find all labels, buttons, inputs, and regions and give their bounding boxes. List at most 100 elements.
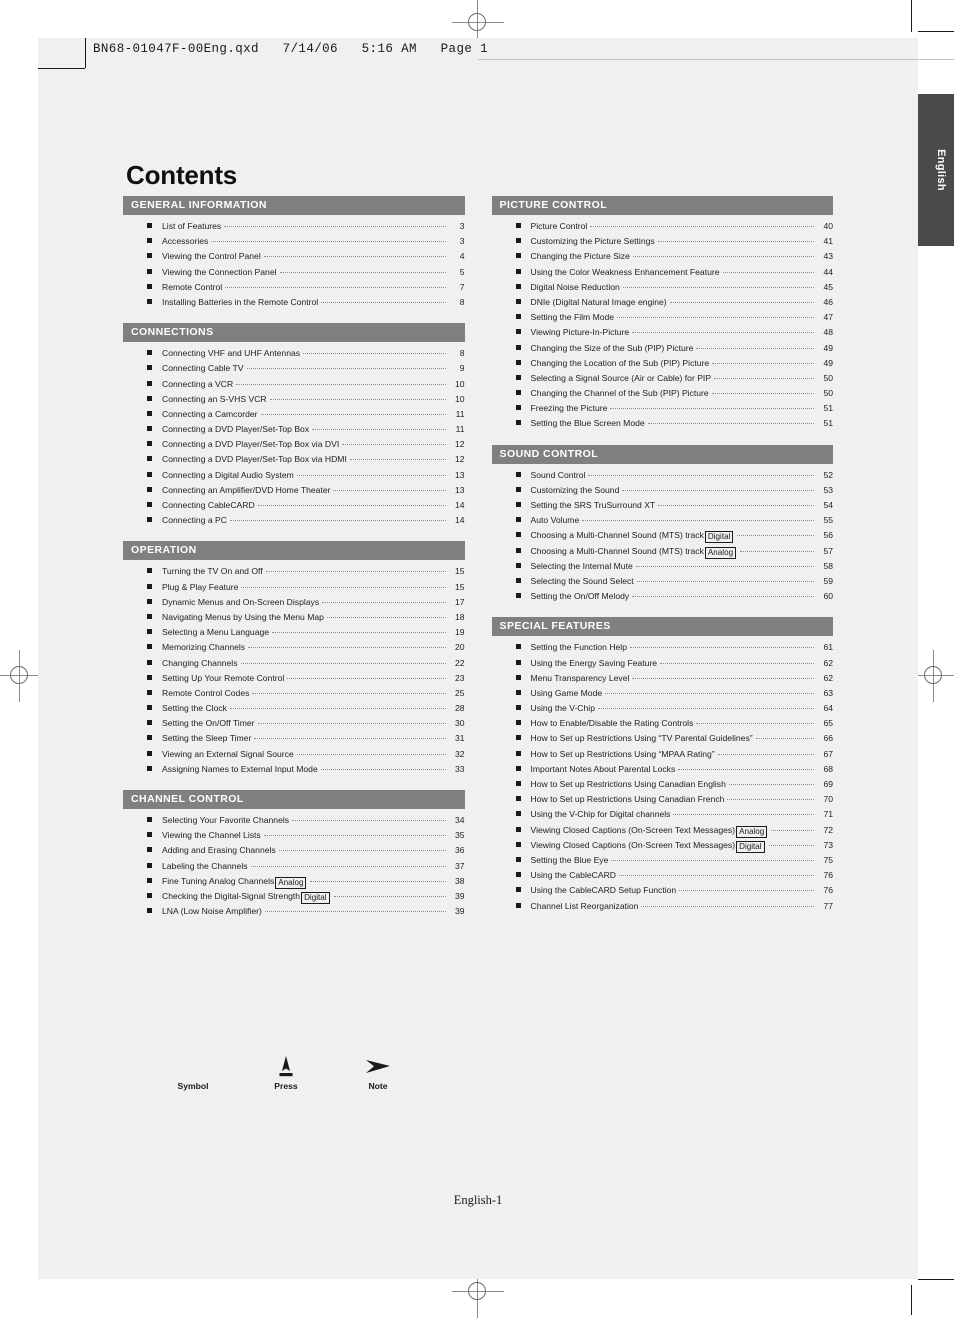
toc-entry[interactable]: Memorizing Channels 20: [123, 642, 465, 657]
toc-entry[interactable]: Connecting an Amplifier/DVD Home Theater…: [123, 485, 465, 500]
toc-leader-dots: [321, 301, 446, 303]
toc-entry[interactable]: Turning the TV On and Off 15: [123, 566, 465, 581]
toc-entry[interactable]: Connecting an S-VHS VCR 10: [123, 394, 465, 409]
toc-entry[interactable]: Adding and Erasing Channels 36: [123, 845, 465, 860]
toc-entry[interactable]: DNIe (Digital Natural Image engine) 46: [492, 297, 833, 312]
toc-entry[interactable]: How to Set up Restrictions Using Canadia…: [492, 794, 833, 809]
toc-entry[interactable]: Connecting a VCR 10: [123, 379, 465, 394]
toc-entry[interactable]: Setting the Film Mode 47: [492, 312, 833, 327]
toc-entry[interactable]: Changing the Size of the Sub (PIP) Pictu…: [492, 342, 833, 358]
toc-entry[interactable]: Labeling the Channels 37: [123, 861, 465, 876]
toc-entry[interactable]: Sound Control 52: [492, 470, 833, 485]
toc-entry[interactable]: Changing Channels 22: [123, 658, 465, 673]
toc-entry[interactable]: Channel List Reorganization 77: [492, 901, 833, 916]
bullet-square-icon: [147, 765, 152, 771]
toc-entry[interactable]: Setting the SRS TruSurround XT 54: [492, 500, 833, 515]
toc-entry[interactable]: How to Set up Restrictions Using “MPAA R…: [492, 749, 833, 764]
toc-entry[interactable]: Auto Volume 55: [492, 515, 833, 530]
toc-entry[interactable]: Connecting a DVD Player/Set-Top Box 11: [123, 424, 465, 439]
toc-entry-page-number: 15: [454, 581, 465, 592]
toc-leader-dots: [714, 377, 814, 379]
toc-entry[interactable]: Setting the Sleep Timer 31: [123, 733, 465, 748]
toc-entry[interactable]: Viewing the Control Panel 4: [123, 251, 465, 266]
toc-leader-dots: [632, 677, 814, 679]
toc-entry[interactable]: Selecting the Sound Select 59: [492, 576, 833, 591]
toc-entry[interactable]: Fine Tuning Analog Channels Analog 38: [123, 876, 465, 891]
toc-entry[interactable]: Connecting a Camcorder 11: [123, 409, 465, 424]
toc-entry[interactable]: Freezing the Picture 51: [492, 403, 833, 418]
toc-entry[interactable]: Picture Control 40: [492, 221, 833, 236]
toc-entry[interactable]: Accessories 3: [123, 236, 465, 251]
toc-entry[interactable]: Viewing Picture-In-Picture 48: [492, 327, 833, 342]
toc-entry[interactable]: Assigning Names to External Input Mode 33: [123, 764, 465, 779]
toc-entry-label: Connecting a PC: [162, 515, 227, 526]
toc-entry[interactable]: Selecting Your Favorite Channels 34: [123, 815, 465, 830]
toc-entry[interactable]: Setting the Blue Eye 75: [492, 855, 833, 870]
toc-entry[interactable]: Viewing Closed Captions (On-Screen Text …: [492, 825, 833, 840]
toc-entry[interactable]: Selecting a Menu Language 19: [123, 627, 465, 642]
toc-entry[interactable]: Plug & Play Feature 15: [123, 582, 465, 597]
toc-entry[interactable]: Setting the Clock 28: [123, 703, 465, 718]
toc-entry[interactable]: Changing the Picture Size 43: [492, 251, 833, 266]
toc-entry-page-number: 12: [454, 439, 465, 450]
toc-entry[interactable]: Selecting the Internal Mute 58: [492, 561, 833, 576]
toc-entry[interactable]: Setting the Function Help 61: [492, 642, 833, 657]
toc-entry[interactable]: LNA (Low Noise Amplifier) 39: [123, 906, 465, 921]
toc-entry[interactable]: How to Enable/Disable the Rating Control…: [492, 718, 833, 733]
toc-entry[interactable]: Using the Color Weakness Enhancement Fea…: [492, 266, 833, 282]
toc-entry[interactable]: Using Game Mode 63: [492, 688, 833, 703]
toc-entry[interactable]: Digital Noise Reduction 45: [492, 282, 833, 297]
toc-entry[interactable]: Remote Control Codes 25: [123, 688, 465, 703]
toc-entry[interactable]: Viewing Closed Captions (On-Screen Text …: [492, 840, 833, 855]
toc-entry[interactable]: Setting Up Your Remote Control 23: [123, 673, 465, 688]
toc-entry[interactable]: Connecting a PC 14: [123, 515, 465, 530]
toc-leader-dots: [622, 286, 814, 288]
toc-entry[interactable]: Connecting a DVD Player/Set-Top Box via …: [123, 454, 465, 469]
toc-entry[interactable]: Connecting CableCARD 14: [123, 500, 465, 515]
toc-entry-label: Freezing the Picture: [530, 403, 608, 414]
toc-entry[interactable]: How to Set up Restrictions Using Canadia…: [492, 779, 833, 794]
toc-entry[interactable]: Choosing a Multi-Channel Sound (MTS) tra…: [492, 530, 833, 545]
toc-entry[interactable]: Dynamic Menus and On-Screen Displays 17: [123, 597, 465, 612]
toc-entry[interactable]: Setting the On/Off Melody 60: [492, 591, 833, 606]
toc-entry-label: Using the Color Weakness Enhancement Fea…: [530, 266, 720, 277]
toc-entry[interactable]: Connecting a Digital Audio System 13: [123, 470, 465, 485]
toc-entry[interactable]: Selecting a Signal Source (Air or Cable)…: [492, 373, 833, 388]
toc-entry[interactable]: Changing the Channel of the Sub (PIP) Pi…: [492, 388, 833, 403]
toc-entry[interactable]: Connecting VHF and UHF Antennas 8: [123, 348, 465, 363]
toc-entry[interactable]: Important Notes About Parental Locks 68: [492, 764, 833, 779]
toc-entry[interactable]: Using the CableCARD 76: [492, 870, 833, 885]
toc-entry[interactable]: Choosing a Multi-Channel Sound (MTS) tra…: [492, 546, 833, 561]
bullet-square-icon: [147, 720, 152, 726]
toc-entry[interactable]: Viewing an External Signal Source 32: [123, 749, 465, 764]
legend-press: Press: [256, 1053, 316, 1091]
toc-section: CHANNEL CONTROL Selecting Your Favorite C…: [123, 790, 465, 921]
toc-entry[interactable]: Using the CableCARD Setup Function 76: [492, 885, 833, 900]
toc-entry[interactable]: Viewing the Connection Panel 5: [123, 267, 465, 282]
toc-entry[interactable]: Using the V-Chip 64: [492, 703, 833, 718]
toc-entry[interactable]: How to Set up Restrictions Using “TV Par…: [492, 733, 833, 748]
bullet-square-icon: [515, 502, 521, 507]
toc-entry[interactable]: Changing the Location of the Sub (PIP) P…: [492, 358, 833, 373]
toc-entry-label: Using the CableCARD: [530, 870, 617, 881]
toc-entry[interactable]: Navigating Menus by Using the Menu Map 18: [123, 612, 465, 627]
toc-entry[interactable]: Connecting Cable TV 9: [123, 363, 465, 378]
toc-entry[interactable]: Using the Energy Saving Feature 62: [492, 658, 833, 673]
toc-leader-dots: [647, 423, 814, 425]
toc-entry[interactable]: Customizing the Sound 53: [492, 485, 833, 500]
toc-entry[interactable]: List of Features 3: [123, 221, 465, 236]
toc-entry[interactable]: Menu Transparency Level 62: [492, 673, 833, 688]
toc-entry[interactable]: Checking the Digital-Signal Strength Digi…: [123, 891, 465, 906]
toc-entry-label: Changing the Size of the Sub (PIP) Pictu…: [530, 342, 694, 353]
toc-entry[interactable]: Setting the On/Off Timer 30: [123, 718, 465, 733]
toc-entry[interactable]: Customizing the Picture Settings 41: [492, 236, 833, 251]
toc-entry[interactable]: Setting the Blue Screen Mode 51: [492, 418, 833, 433]
bullet-square-icon: [515, 796, 521, 802]
toc-entry[interactable]: Viewing the Channel Lists 35: [123, 830, 465, 845]
toc-entry-label: Setting the Function Help: [530, 642, 628, 653]
toc-entry[interactable]: Connecting a DVD Player/Set-Top Box via …: [123, 439, 465, 454]
toc-leader-dots: [229, 708, 446, 710]
toc-entry[interactable]: Using the V-Chip for Digital channels 71: [492, 809, 833, 824]
toc-entry[interactable]: Installing Batteries in the Remote Contr…: [123, 297, 465, 312]
toc-entry[interactable]: Remote Control 7: [123, 282, 465, 297]
